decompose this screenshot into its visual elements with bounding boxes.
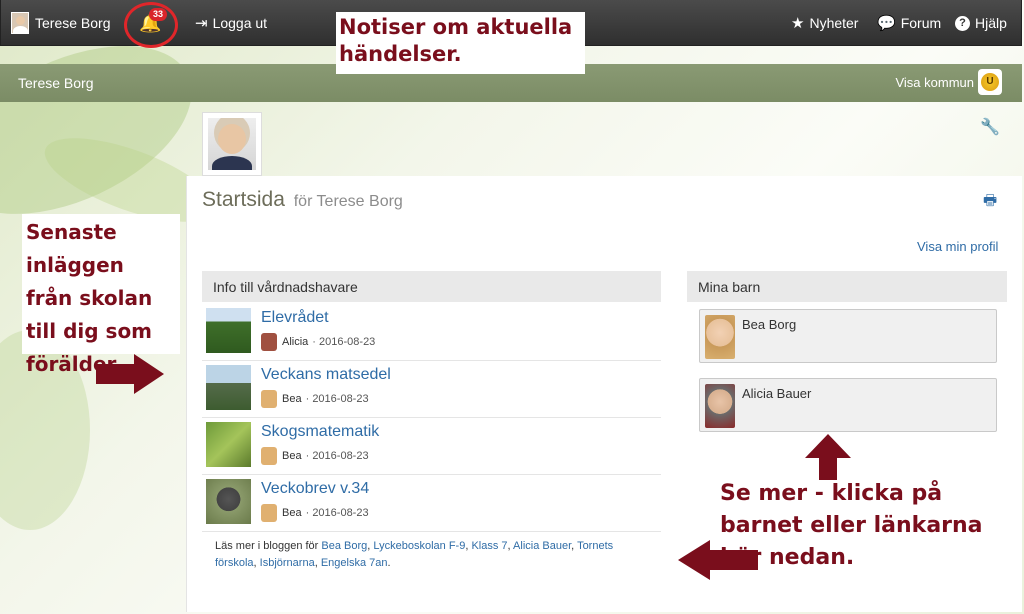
arrow-right-icon — [96, 354, 164, 394]
profile-name: Terese Borg — [18, 75, 94, 91]
post-author: Bea — [282, 507, 302, 519]
post-thumbnail[interactable] — [206, 422, 251, 467]
profile-picture — [202, 112, 262, 176]
child-name[interactable]: Alicia Bauer — [742, 386, 811, 401]
view-profile-link[interactable]: Visa min profil — [917, 239, 998, 254]
post-date: 2016-08-23 — [319, 336, 376, 348]
post-title[interactable]: Veckans matsedel — [261, 366, 391, 384]
logout-icon: ⇥ — [195, 15, 208, 32]
post-title[interactable]: Veckobrev v.34 — [261, 480, 369, 498]
notification-highlight-circle — [124, 2, 178, 48]
list-item[interactable]: Veckobrev v.34 Bea · 2016-08-23 — [202, 475, 661, 532]
print-icon[interactable]: 🖶 — [983, 190, 997, 215]
blog-links: Läs mer i bloggen för Bea Borg, Lyckebos… — [215, 540, 614, 569]
post-meta: Alicia · 2016-08-23 — [261, 333, 375, 351]
forum-label: Forum — [900, 15, 942, 31]
show-municipality-link[interactable]: Visa kommun — [895, 75, 974, 90]
child-name[interactable]: Bea Borg — [742, 317, 796, 332]
post-meta: Bea · 2016-08-23 — [261, 447, 369, 465]
notification-callout: Notiser om aktuella händelser. — [336, 12, 585, 74]
page-title-suffix: för Terese Borg — [293, 193, 403, 210]
municipality-logo-letter: U — [981, 73, 999, 91]
blog-link-klass-7[interactable]: Klass 7 — [471, 540, 507, 552]
user-avatar-icon — [11, 12, 29, 34]
info-section-heading: Info till vårdnadshavare — [202, 271, 661, 302]
post-author: Alicia — [282, 336, 309, 348]
page-title: Startsida för Terese Borg — [202, 188, 403, 212]
list-item[interactable]: Elevrådet Alicia · 2016-08-23 — [202, 304, 661, 361]
blog-link-isbjornarna[interactable]: Isbjörnarna — [260, 557, 315, 569]
child-card-alicia-bauer[interactable]: Alicia Bauer — [699, 378, 997, 432]
post-title[interactable]: Skogsmatematik — [261, 423, 379, 441]
blog-link-bea-borg[interactable]: Bea Borg — [321, 540, 367, 552]
post-thumbnail[interactable] — [206, 479, 251, 524]
child-photo[interactable] — [705, 315, 735, 359]
logout-link[interactable]: ⇥ Logga ut — [195, 0, 267, 46]
user-name: Terese Borg — [35, 15, 111, 31]
post-date: 2016-08-23 — [312, 393, 369, 405]
post-list: Elevrådet Alicia · 2016-08-23 Veckans ma… — [202, 304, 661, 532]
post-author: Bea — [282, 450, 302, 462]
author-avatar-icon — [261, 504, 277, 522]
children-callout: Se mer - klicka på barnet eller länkarna… — [720, 481, 983, 570]
help-icon: ? — [955, 15, 970, 31]
speech-bubble-icon: 💬 — [877, 15, 896, 32]
post-date: 2016-08-23 — [312, 507, 369, 519]
child-photo[interactable] — [705, 384, 735, 428]
news-label: Nyheter — [809, 15, 859, 31]
blog-link-lyckeboskolan[interactable]: Lyckeboskolan F-9 — [373, 540, 465, 552]
news-link[interactable]: ★ Nyheter — [791, 0, 858, 46]
child-card-bea-borg[interactable]: Bea Borg — [699, 309, 997, 363]
kids-section-heading: Mina barn — [687, 271, 1007, 302]
help-link[interactable]: ? Hjälp — [955, 0, 1007, 46]
list-item[interactable]: Veckans matsedel Bea · 2016-08-23 — [202, 361, 661, 418]
post-thumbnail[interactable] — [206, 308, 251, 353]
blog-link-alicia-bauer[interactable]: Alicia Bauer — [513, 540, 571, 552]
municipality-logo-icon[interactable]: U — [978, 69, 1002, 95]
user-menu[interactable]: Terese Borg — [11, 0, 110, 46]
post-thumbnail[interactable] — [206, 365, 251, 410]
help-label: Hjälp — [975, 15, 1007, 31]
author-avatar-icon — [261, 333, 277, 351]
posts-callout: Senaste inläggen från skolan till dig so… — [22, 214, 180, 376]
profile-face — [208, 118, 256, 170]
star-icon: ★ — [791, 15, 805, 32]
arrow-left-icon — [678, 540, 758, 580]
post-meta: Bea · 2016-08-23 — [261, 390, 369, 408]
blog-link-engelska-7an[interactable]: Engelska 7an — [321, 557, 388, 569]
blog-links-prefix: Läs mer i bloggen för — [215, 540, 319, 552]
author-avatar-icon — [261, 447, 277, 465]
post-meta: Bea · 2016-08-23 — [261, 504, 369, 522]
post-title[interactable]: Elevrådet — [261, 309, 329, 327]
post-date: 2016-08-23 — [312, 450, 369, 462]
author-avatar-icon — [261, 390, 277, 408]
forum-link[interactable]: 💬 Forum — [877, 0, 941, 46]
wrench-icon[interactable]: 🔧 — [980, 117, 1000, 137]
arrow-up-icon — [805, 434, 851, 480]
page-title-text: Startsida — [202, 188, 285, 211]
logout-label: Logga ut — [212, 15, 268, 31]
list-item[interactable]: Skogsmatematik Bea · 2016-08-23 — [202, 418, 661, 475]
post-author: Bea — [282, 393, 302, 405]
